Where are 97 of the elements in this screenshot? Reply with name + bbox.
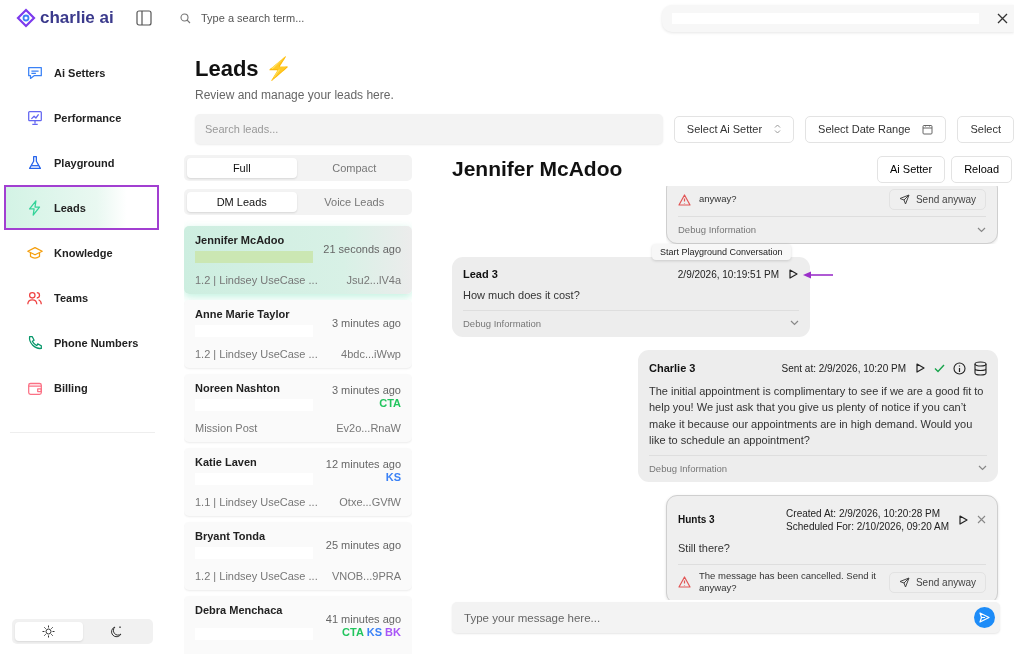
channel-tab[interactable]: DM Leads [187,192,297,212]
sidebar-item[interactable]: Playground [6,140,159,185]
bolt-emoji: ⚡ [264,56,292,82]
close-button[interactable] [997,13,1008,24]
search-icon [180,12,191,24]
filter-button[interactable]: Select [957,115,1014,143]
lead-name: Jennifer McAdoo [195,234,286,247]
channel-tab[interactable]: Voice Leads [299,192,409,212]
sidebar-item[interactable]: Phone Numbers [6,320,159,365]
lead-name: Anne Marie Taylor [195,308,291,321]
sidebar-item[interactable]: Billing [6,365,159,410]
search-field[interactable]: Type a search term... [199,11,503,25]
calendar-icon [922,123,934,135]
sidebar-item[interactable]: Teams [6,275,159,320]
message-author: Charlie 3 [649,362,696,374]
lead-id: 4bdc...iWwp [340,347,401,360]
play-button[interactable] [914,362,926,374]
view-tab[interactable]: Compact [299,158,409,178]
scheduled-time: Scheduled For: 2/10/2026, 09:20 AM [786,519,949,533]
sidebar-item[interactable]: Performance [6,95,159,140]
lead-time: 3 minutes ago [331,384,401,397]
sun-icon [42,625,56,638]
light-mode-button[interactable] [15,622,83,641]
lead-tag: KS [385,471,401,484]
sidebar-item[interactable]: Leads [4,185,159,230]
sidebar-item[interactable]: Knowledge [6,230,159,275]
chart-icon [26,108,44,127]
send-icon [898,576,910,588]
warning-text: anyway? [699,193,738,206]
lead-name: Debra Menchaca [195,604,284,618]
lead-id: VNOB...9PRA [330,569,401,582]
message-author: Hunts 3 [678,514,715,525]
message-text: Still there? [678,540,731,556]
message-time: 2/9/2026, 10:19:51 PM [677,268,779,280]
lead-name: Katie Laven [195,456,258,469]
created-time: Created At: 2/9/2026, 10:20:28 PM [786,506,942,520]
debug-toggle[interactable]: Debug Information [678,224,757,235]
message-field[interactable]: Type your message here... [452,602,1000,633]
lead-time: 12 minutes ago [325,458,401,471]
message-time: Sent at: 2/9/2026, 10:20 PM [781,362,906,374]
lead-card[interactable]: Jennifer McAdoo 21 seconds ago 1.2 | Lindsey UseCase ... Jsu2...lV4a [184,226,412,294]
message-text: How much does it cost? [463,288,581,303]
lead-time: 41 minutes ago [325,613,401,625]
debug-toggle[interactable]: Debug Information [649,462,728,474]
lead-id: Otxe...GVfW [338,495,401,508]
chevron-down-icon [978,465,987,471]
lead-tag: KS [366,626,383,638]
send-button[interactable] [974,607,995,628]
lead-time: 25 minutes ago [325,538,401,551]
message-author: Lead 3 [463,268,498,280]
send-icon [979,612,990,623]
database-icon[interactable] [974,360,987,376]
tooltip: Start Playground Conversation [652,244,791,260]
lead-tag: BK [385,626,401,638]
warning-text: The message has been cancelled. Send it anyway? [699,570,877,595]
send-icon [898,194,910,205]
lead-source: 1.1 | Lindsey UseCase ... [195,495,319,508]
lead-tag: CTA [342,626,364,638]
info-icon[interactable] [953,361,966,375]
lead-time: 3 minutes ago [331,316,401,329]
sidebar-toggle-icon[interactable] [135,10,152,26]
view-tab[interactable]: Full [187,158,297,178]
lead-source: 1.2 | Lindsey UseCase ... [195,347,319,360]
lead-id: Ev2o...RnaW [335,421,401,434]
header-button[interactable]: Ai Setter [876,155,946,183]
flask-icon [26,153,44,172]
conversation-title: Jennifer McAdoo [452,157,623,181]
lead-id: Jsu2...lV4a [345,273,401,286]
chevron-down-icon [790,320,799,326]
lead-source: 1.2 | Lindsey UseCase ... [195,273,319,286]
logo[interactable]: charlie ai [16,8,114,28]
phone-icon [26,333,44,352]
sort-icon [774,124,782,134]
message-input[interactable]: Type your message here... [462,610,974,625]
search-field[interactable]: Search leads... [195,114,663,144]
play-button[interactable] [957,513,969,526]
play-button[interactable] [787,268,799,280]
sidebar-item[interactable]: Ai Setters [6,50,159,95]
send-anyway-button[interactable]: Send anyway [888,571,986,593]
filter-button[interactable]: Select Ai Setter [673,115,795,143]
message-text: The initial appointment is complimentary to see if we are a good fit to help you! We just ask that you give us plenty of notice if you can’t make it because our appointments are in high demand. Would you like to schedule an appointment? [649,383,985,448]
lead-source: Mission Post [195,421,259,434]
page-subtitle: Review and manage your leads here. [195,88,395,102]
lead-tag: CTA [379,397,401,410]
warning-icon [678,193,691,206]
header-button[interactable]: Reload [951,155,1012,183]
lead-time: 21 seconds ago [323,242,401,255]
filter-button[interactable]: Select Date Range [805,115,947,143]
lead-name: Noreen Nashton [195,382,281,395]
warning-icon [678,576,691,589]
lead-source: 1.2 | Lindsey UseCase ... [195,569,319,582]
chevron-down-icon [977,226,986,233]
debug-toggle[interactable]: Debug Information [463,317,542,329]
page-title: Leads [195,56,259,82]
lead-name: Bryant Tonda [195,530,267,543]
moon-icon [109,625,123,638]
send-anyway-button[interactable]: Send anyway [888,189,986,210]
